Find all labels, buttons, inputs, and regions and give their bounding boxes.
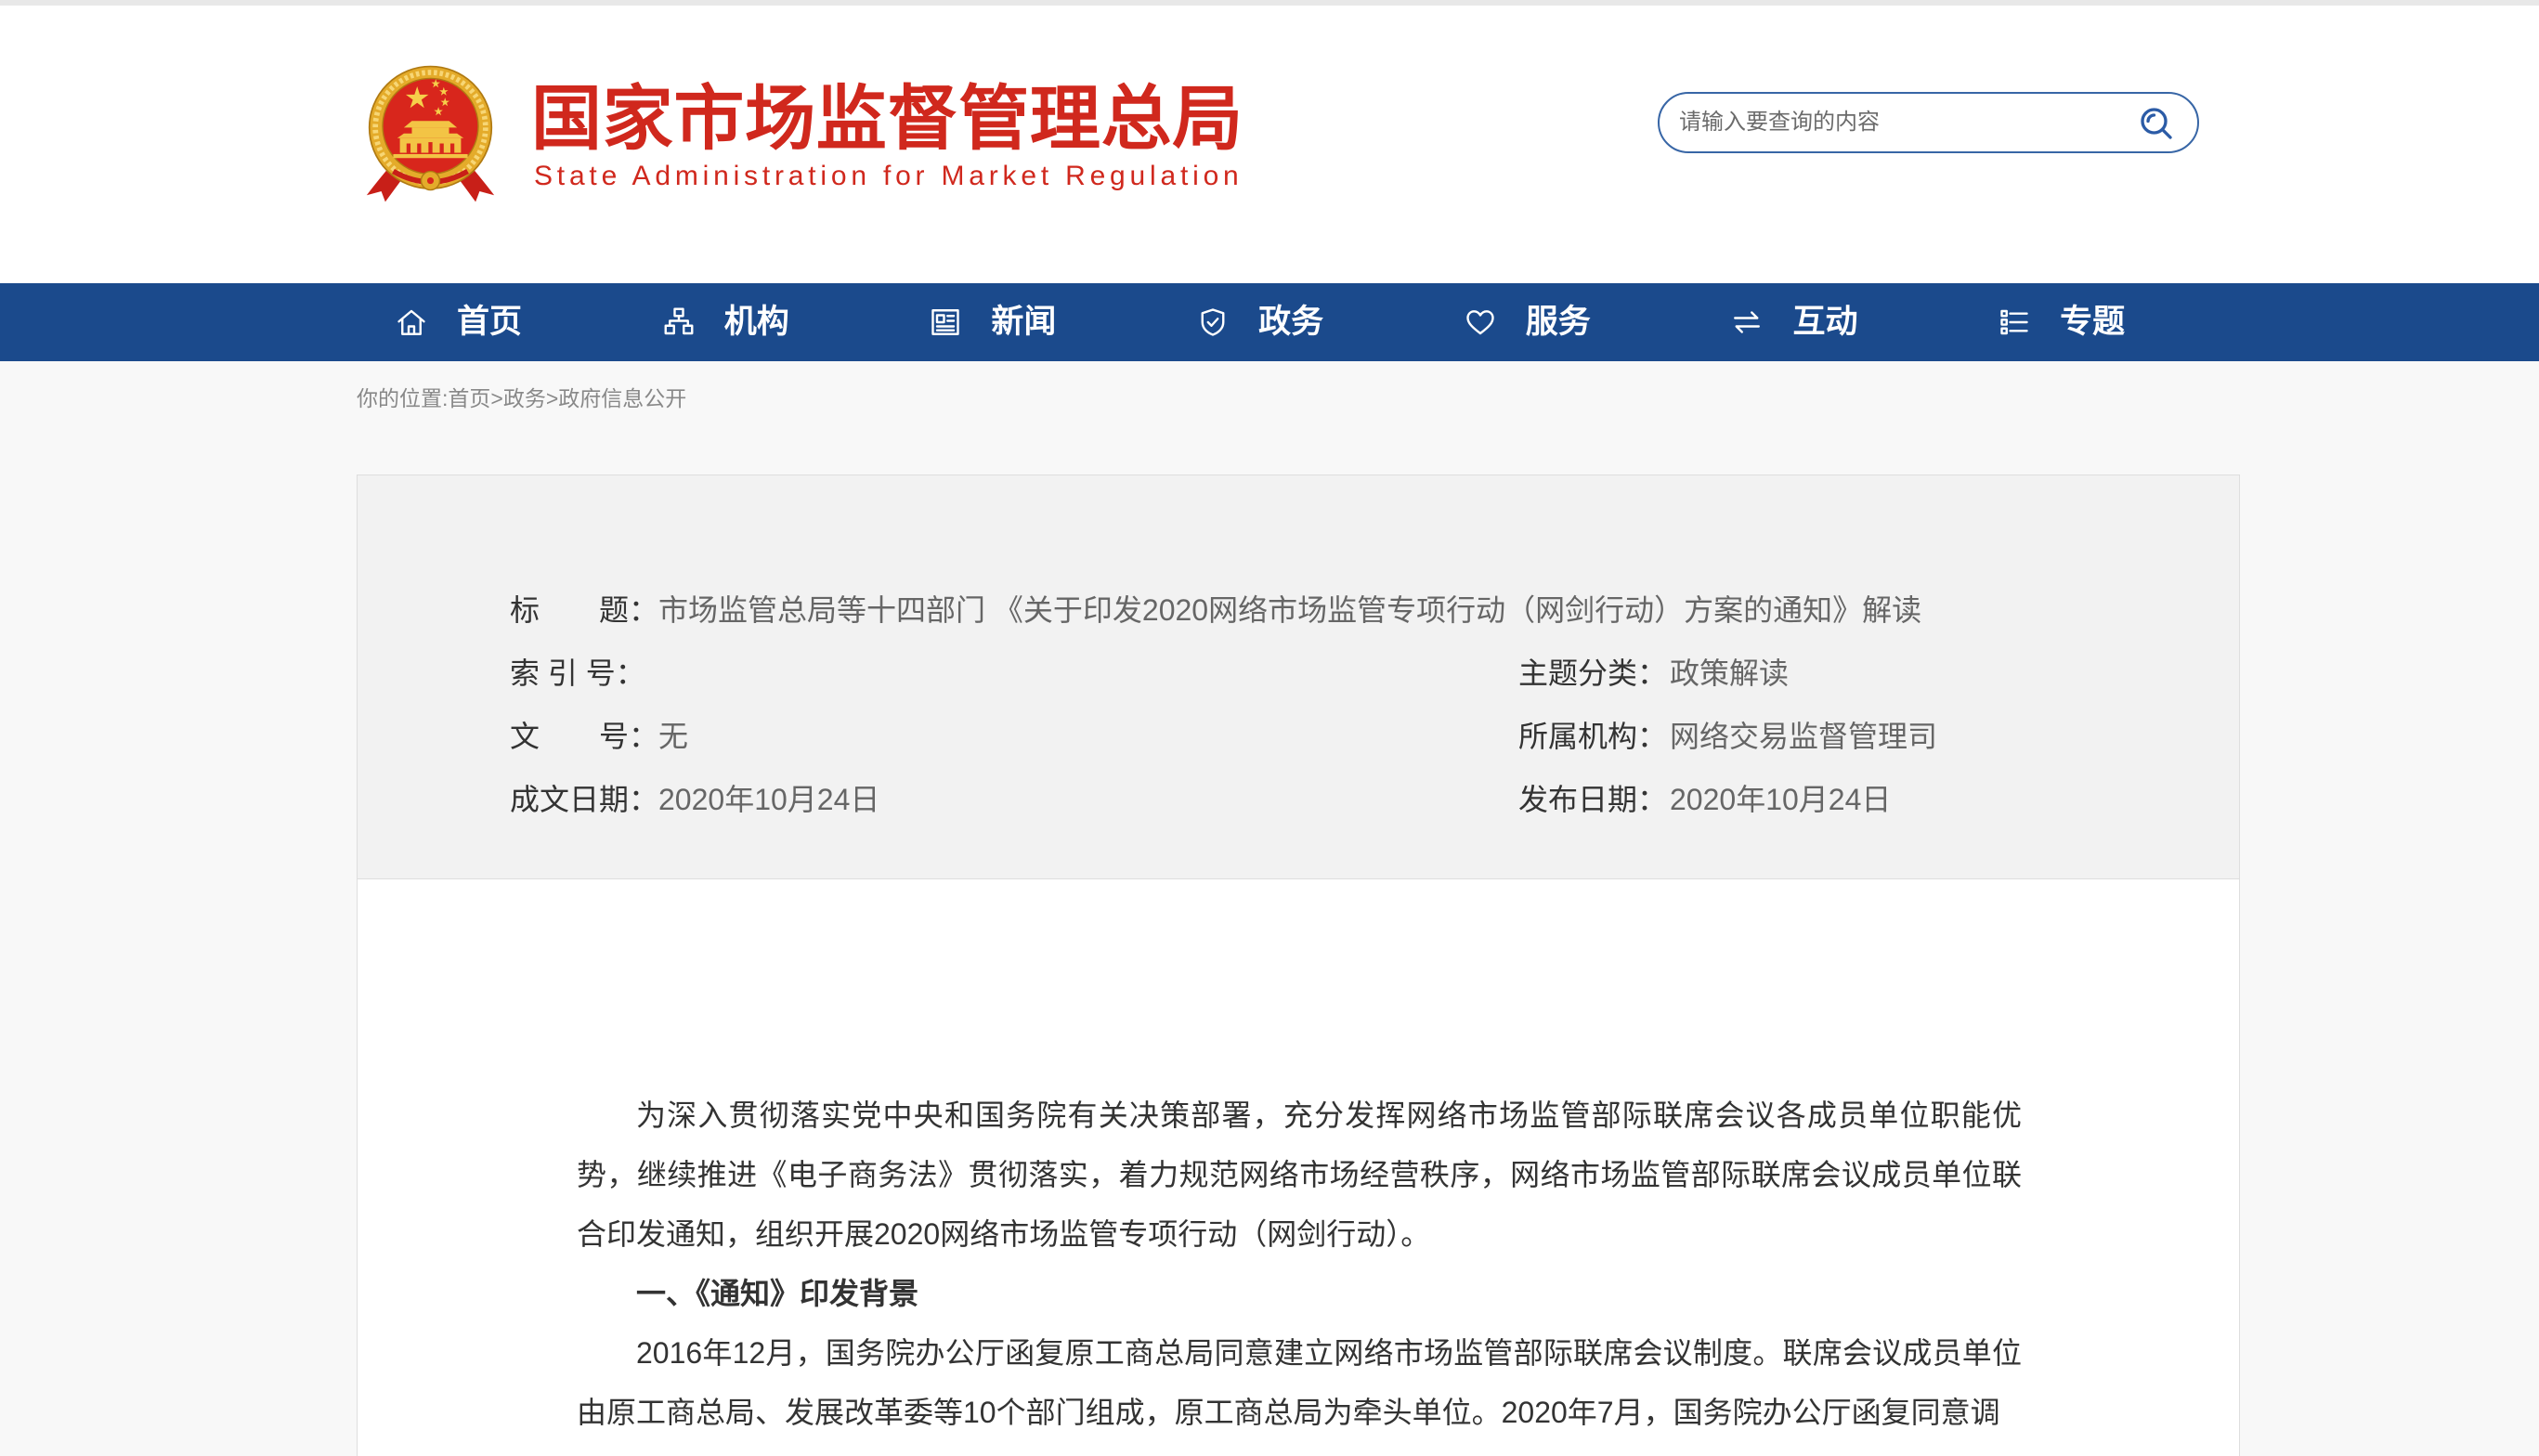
search-icon [2141,108,2172,139]
title-label: 标 题： [510,593,659,627]
agency-value: 网络交易监督管理司 [1670,720,1938,753]
search-box [1658,92,2199,153]
written-date-label: 成文日期： [510,783,659,816]
nav-item-label: 新闻 [991,304,1057,340]
breadcrumb-separator: > [545,386,559,410]
article-body: 为深入贯彻落实党中央和国务院有关决策部署，充分发挥网络市场监管部际联席会议各成员… [357,878,2240,1456]
category-label: 主题分类： [1518,656,1668,690]
nav-item-label: 互动 [1792,304,1858,340]
index-no-label: 索 引 号： [510,656,645,690]
publish-date-value: 2020年10月24日 [1670,783,1892,816]
site-title-en: State Administration for Market Regulati… [534,161,1243,191]
info-row: 索 引 号： 主题分类： 政策解读 [510,642,2239,705]
category-value: 政策解读 [1670,656,1790,690]
breadcrumb-link-gov-info-disclosure[interactable]: 政府信息公开 [558,385,686,411]
main-nav: 首页 机构 新闻 政务 服务 互动 专题 [0,283,2539,361]
nav-item-government-affairs[interactable]: 政务 [1196,283,1464,361]
nav-item-organization[interactable]: 机构 [662,283,930,361]
info-row: 文 号：无 所属机构： 网络交易监督管理司 [510,705,2239,768]
doc-no-label: 文 号： [510,720,659,753]
breadcrumb: 你的位置: 首页 > 政务 > 政府信息公开 [357,385,686,411]
article-paragraph: 为深入贯彻落实党中央和国务院有关决策部署，充分发挥网络市场监管部际联席会议各成员… [577,1098,2022,1251]
title-value: 市场监管总局等十四部门 《关于印发2020网络市场监管专项行动（网剑行动）方案的… [658,593,1922,627]
breadcrumb-link-government-affairs[interactable]: 政务 [503,385,546,411]
nav-item-topics[interactable]: 专题 [1998,283,2265,361]
exchange-arrows-icon [1734,311,1761,333]
site-header: 国家市场监督管理总局 State Administration for Mark… [0,0,2539,283]
nav-item-interaction[interactable]: 互动 [1730,283,1998,361]
nav-item-label: 机构 [723,304,789,340]
nav-item-service[interactable]: 服务 [1464,283,1731,361]
checklist-icon [2000,309,2028,335]
info-row-title: 标 题： 市场监管总局等十四部门 《关于印发2020网络市场监管专项行动（网剑行动… [510,578,2239,642]
search-input[interactable] [1660,94,2124,151]
nav-item-news[interactable]: 新闻 [929,283,1196,361]
breadcrumb-separator: > [490,386,503,410]
site-logo-link[interactable]: 国家市场监督管理总局 State Administration for Mark… [364,65,1256,206]
info-row: 成文日期： 2020年10月24日 发布日期： 2020年10月24日 [510,768,2239,831]
article-paragraph: 2016年12月，国务院办公厅函复原工商总局同意建立网络市场监管部际联席会议制度… [577,1336,2022,1429]
home-icon [397,309,425,335]
doc-no-value: 无 [658,720,689,753]
newspaper-icon [931,309,960,335]
nav-item-label: 服务 [1525,304,1591,340]
written-date-value: 2020年10月24日 [658,783,880,816]
site-title-cn: 国家市场监督管理总局 [531,80,1243,159]
nav-item-label: 政务 [1258,304,1324,340]
nav-item-label: 首页 [457,304,523,340]
article-section-heading: 一、《通知》印发背景 [636,1277,919,1310]
agency-label: 所属机构： [1518,720,1668,753]
national-emblem-icon [366,65,495,202]
nav-item-home[interactable]: 首页 [395,283,662,361]
publish-date-label: 发布日期： [1518,783,1668,816]
breadcrumb-prefix: 你的位置: [357,386,449,410]
breadcrumb-link-home[interactable]: 首页 [448,385,490,411]
document-info-panel: 标 题： 市场监管总局等十四部门 《关于印发2020网络市场监管专项行动（网剑行动… [357,474,2240,879]
heart-icon [1466,310,1494,335]
top-border [0,0,2539,6]
shield-check-icon [1201,308,1225,336]
nav-item-label: 专题 [2060,304,2126,340]
org-chart-icon [664,307,694,335]
search-button[interactable] [2138,105,2175,142]
